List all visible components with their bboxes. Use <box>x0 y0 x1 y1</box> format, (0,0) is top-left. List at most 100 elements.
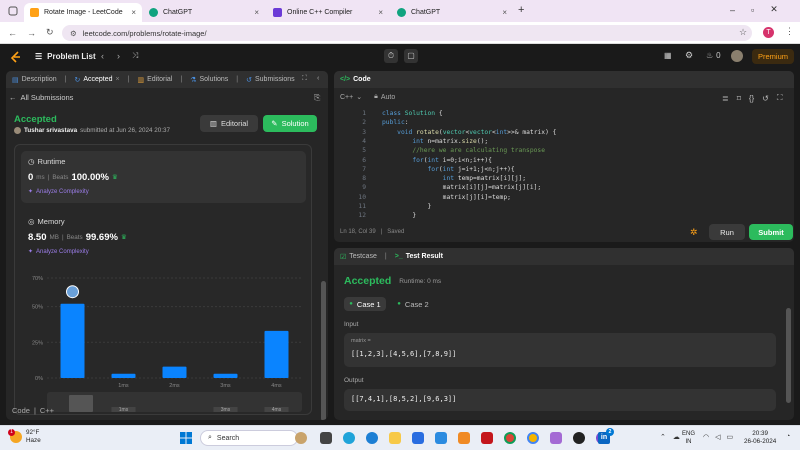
collapse-icon[interactable]: ‹ <box>317 75 319 82</box>
runtime-distribution-chart[interactable]: 70% 50% 25% 0% 1ms 2ms 3ms 4ms 1ms 3ms 4ms <box>17 263 307 413</box>
weather-widget[interactable]: 1 92°F Haze <box>8 429 41 445</box>
premium-button[interactable]: Premium <box>752 49 794 64</box>
runtime-card[interactable]: ◷ Runtime 0 ms | Beats 100.00% ♛ ✦ Analyze… <box>21 151 306 203</box>
debug-icon[interactable]: ✲ <box>690 227 698 238</box>
close-tab-icon[interactable]: × <box>378 8 383 17</box>
tab-testcase[interactable]: ☑ Testcase <box>340 253 377 261</box>
tab-description[interactable]: ▤ Description <box>12 76 57 84</box>
speaker-icon[interactable]: ◁ <box>715 433 720 441</box>
wifi-icon[interactable]: ◠ <box>703 433 709 441</box>
next-problem-icon[interactable]: › <box>117 51 120 61</box>
left-scrollbar[interactable] <box>321 281 326 420</box>
close-icon[interactable]: × <box>116 76 120 83</box>
chrome-alt-icon[interactable] <box>527 432 539 444</box>
start-windows-icon[interactable] <box>180 432 192 444</box>
tab-editorial[interactable]: ▥ Editorial <box>137 76 172 84</box>
chart-bar[interactable] <box>213 373 238 378</box>
cloud-icon[interactable]: ☁ <box>673 433 680 441</box>
language-select[interactable]: C++ ⌄ <box>340 93 362 102</box>
all-submissions-link[interactable]: ← All Submissions <box>9 93 73 102</box>
result-scrollbar[interactable] <box>786 308 791 403</box>
submitter-name[interactable]: Tushar srivastava <box>24 127 77 134</box>
edge-icon[interactable] <box>343 432 355 444</box>
chrome-icon[interactable] <box>504 432 516 444</box>
back-icon[interactable]: ← <box>8 28 17 38</box>
solution-button[interactable]: ✎ Solution <box>263 115 317 132</box>
timer-icon[interactable]: ⏱ <box>384 49 398 63</box>
tab-search-icon[interactable] <box>8 6 18 16</box>
chart-bar[interactable] <box>162 366 187 378</box>
auto-mode-toggle[interactable]: 🔒︎ Auto <box>374 93 395 101</box>
streak-counter[interactable]: ♨ 0 <box>706 51 721 60</box>
user-avatar[interactable] <box>731 50 743 62</box>
reset-icon[interactable]: ↺ <box>762 94 769 103</box>
close-tab-icon[interactable]: × <box>502 8 507 17</box>
tab-test-result[interactable]: >_ Test Result <box>395 253 443 260</box>
expand-icon[interactable]: ⛶ <box>302 75 307 83</box>
analyze-complexity-link[interactable]: ✦ Analyze Complexity <box>28 248 89 256</box>
bookmark-star-icon[interactable]: ☆ <box>739 27 747 38</box>
chevron-up-icon[interactable]: ⌃ <box>660 433 666 441</box>
code-tab[interactable]: </> Code <box>340 76 371 83</box>
edge-beta-icon[interactable] <box>366 432 378 444</box>
notes-icon[interactable]: ▢ <box>404 49 418 63</box>
file-explorer-icon[interactable] <box>389 432 401 444</box>
url-bar[interactable]: ⚙ leetcode.com/problems/rotate-image/ <box>62 25 752 41</box>
mcafee-icon[interactable] <box>481 432 493 444</box>
minimize-icon[interactable]: – <box>730 5 735 15</box>
stats-app-icon[interactable] <box>435 432 447 444</box>
analyze-complexity-link[interactable]: ✦ Analyze Complexity <box>28 188 89 196</box>
submit-button[interactable]: Submit <box>749 224 793 240</box>
leetcode-logo[interactable] <box>10 51 22 64</box>
prev-problem-icon[interactable]: ‹ <box>101 51 104 61</box>
reload-icon[interactable]: ↻ <box>46 27 54 38</box>
photos-icon[interactable] <box>550 432 562 444</box>
weather-text: 92°F Haze <box>26 429 41 445</box>
store-icon[interactable] <box>412 432 424 444</box>
code-area[interactable]: 1 class Solution {2 public: 3 void rotate(v… <box>340 109 790 219</box>
chart-bar[interactable] <box>264 330 289 378</box>
new-tab-button[interactable]: + <box>518 4 524 16</box>
chart-bar[interactable] <box>111 373 136 378</box>
tab-solutions[interactable]: ⚗ Solutions <box>190 76 228 84</box>
case-1-tab[interactable]: ● Case 1 <box>344 297 386 311</box>
tab-accepted[interactable]: ↻ Accepted × <box>74 76 119 84</box>
language-indicator[interactable]: ENG IN <box>682 430 695 446</box>
dog-widget-icon[interactable] <box>295 432 307 444</box>
tools-app-icon[interactable] <box>458 432 470 444</box>
close-tab-icon[interactable]: × <box>131 8 136 17</box>
browser-tab-chatgpt-1[interactable]: ChatGPT × <box>143 3 265 22</box>
close-tab-icon[interactable]: × <box>254 8 259 17</box>
close-window-icon[interactable]: ✕ <box>770 4 778 15</box>
case-2-tab[interactable]: ● Case 2 <box>392 297 434 311</box>
battery-icon[interactable]: ▭ <box>727 433 734 441</box>
browser-tab-chatgpt-2[interactable]: ChatGPT × <box>391 3 513 22</box>
editorial-button[interactable]: ▥ Editorial <box>200 115 258 132</box>
format-icon[interactable]: ≣ <box>722 94 729 103</box>
browser-tab-leetcode[interactable]: Rotate Image - LeetCode × <box>24 3 142 22</box>
tab-submissions[interactable]: ↺ Submissions <box>246 76 295 84</box>
media-player-icon[interactable] <box>573 432 585 444</box>
fullscreen-icon[interactable]: ⛶ <box>777 93 783 103</box>
settings-gear-icon[interactable]: ⚙ <box>685 50 693 61</box>
notifications-icon[interactable]: ◔ <box>786 433 790 440</box>
linkedin-icon[interactable]: in 2 <box>598 428 614 444</box>
browser-menu-icon[interactable]: ⋮ <box>785 26 794 37</box>
chart-bar[interactable] <box>60 303 85 378</box>
site-info-icon[interactable]: ⚙ <box>70 29 77 38</box>
braces-icon[interactable]: {} <box>749 94 754 103</box>
bookmark-icon[interactable]: ⌑ <box>737 94 741 103</box>
browser-tab-compiler[interactable]: Online C++ Compiler × <box>267 3 389 22</box>
clock[interactable]: 20:39 26-06-2024 <box>744 430 776 446</box>
memory-title[interactable]: ◎ Memory <box>28 217 65 226</box>
run-button[interactable]: Run <box>709 224 745 240</box>
forward-icon[interactable]: → <box>27 28 36 38</box>
shuffle-icon[interactable]: ⤨ <box>132 51 138 61</box>
problem-list-link[interactable]: ☰ Problem List <box>35 52 96 61</box>
link-icon[interactable]: ⎘ <box>314 93 320 103</box>
layout-icon[interactable]: ▦ <box>664 51 672 60</box>
taskbar-search[interactable]: ⌕ Search <box>200 430 298 446</box>
task-view-icon[interactable] <box>320 432 332 444</box>
maximize-icon[interactable]: ▫ <box>751 5 754 15</box>
profile-avatar[interactable]: T <box>763 27 774 38</box>
